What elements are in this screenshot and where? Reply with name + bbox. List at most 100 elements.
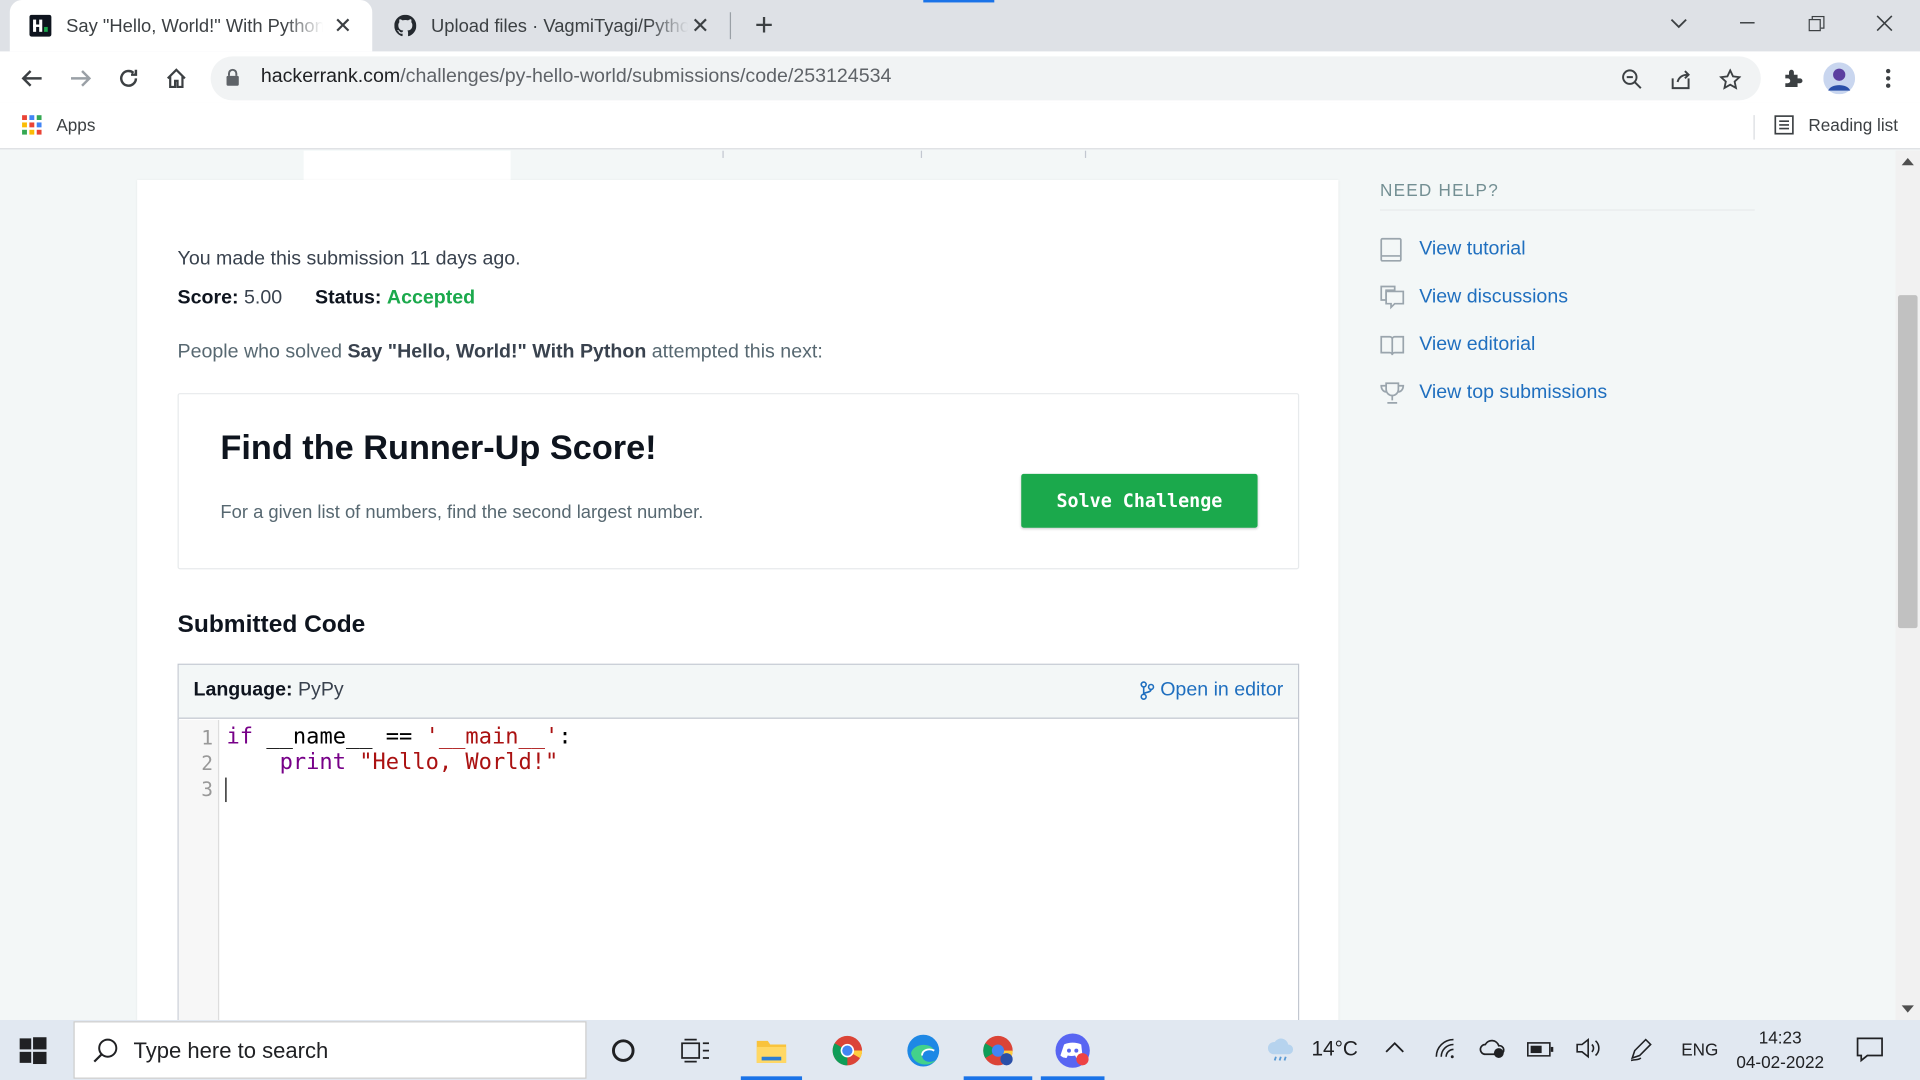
view-tutorial-link[interactable]: View tutorial xyxy=(1380,225,1755,273)
status-label: Status: xyxy=(315,287,382,309)
new-tab-button[interactable]: + xyxy=(747,7,781,41)
solved-challenge-name: Say "Hello, World!" With Python xyxy=(347,341,647,363)
restore-button[interactable] xyxy=(1782,0,1851,47)
notifications-icon[interactable] xyxy=(1856,1036,1883,1068)
view-discussions-link[interactable]: View discussions xyxy=(1380,273,1755,321)
discord-icon[interactable] xyxy=(1051,1030,1095,1072)
page-scrollbar[interactable] xyxy=(1895,150,1920,1021)
scrollbar-thumb[interactable] xyxy=(1897,295,1918,629)
trophy-icon xyxy=(1380,380,1419,404)
windows-start-icon[interactable] xyxy=(19,1037,47,1070)
code-editor[interactable]: 1 2 3 if __name__ == '__main__': print "… xyxy=(178,720,1298,1021)
next-challenge-intro: People who solved Say "Hello, World!" Wi… xyxy=(177,341,823,363)
home-icon[interactable] xyxy=(159,61,193,95)
score-status-line: Score: 5.00 Status: Accepted xyxy=(178,288,476,310)
show-hidden-icons-icon[interactable] xyxy=(1385,1037,1405,1058)
clock-time: 14:23 xyxy=(1758,1027,1802,1047)
system-clock[interactable]: 14:23 04-02-2022 xyxy=(1736,1025,1824,1074)
close-window-button[interactable] xyxy=(1850,0,1919,47)
extensions-icon[interactable] xyxy=(1776,61,1810,95)
view-top-submissions-link[interactable]: View top submissions xyxy=(1380,369,1755,417)
open-in-editor-link[interactable]: Open in editor xyxy=(1141,680,1283,702)
close-tab-icon[interactable]: ✕ xyxy=(331,13,355,37)
status-value: Accepted xyxy=(386,287,476,309)
tab-github[interactable]: Upload files · VagmiTyagi/Python ✕ xyxy=(375,0,730,51)
search-icon xyxy=(92,1037,119,1070)
score-label: Score: xyxy=(177,287,239,309)
chrome-profile-icon[interactable] xyxy=(976,1030,1020,1072)
address-bar[interactable]: hackerrank.com/challenges/py-hello-world… xyxy=(210,56,1761,101)
pen-icon[interactable] xyxy=(1629,1037,1653,1066)
back-icon[interactable] xyxy=(15,61,49,95)
chrome-icon[interactable] xyxy=(825,1030,869,1072)
weather-icon[interactable] xyxy=(1266,1035,1295,1067)
page-viewport: You made this submission 11 days ago. Sc… xyxy=(0,150,1896,1021)
file-explorer-icon[interactable] xyxy=(749,1030,793,1072)
scroll-down-icon[interactable] xyxy=(1901,1005,1914,1013)
editorial-icon xyxy=(1380,334,1419,356)
view-editorial-link[interactable]: View editorial xyxy=(1380,321,1755,369)
next-challenge-card: Find the Runner-Up Score! For a given li… xyxy=(177,393,1300,570)
help-sidebar: NEED HELP? View tutorial View discussion… xyxy=(1380,180,1755,416)
reading-list-label: Reading list xyxy=(1808,115,1898,135)
onedrive-icon[interactable] xyxy=(1479,1037,1506,1064)
volume-icon[interactable] xyxy=(1575,1037,1602,1064)
submission-tab-active[interactable] xyxy=(303,150,511,181)
tab-hackerrank[interactable]: Say "Hello, World!" With Python | Hacker… xyxy=(9,0,373,52)
tab-separator xyxy=(729,12,732,40)
line-gutter: 1 2 3 xyxy=(178,720,220,1021)
profile-avatar[interactable] xyxy=(1822,61,1856,95)
input-language[interactable]: ENG xyxy=(1681,1040,1718,1060)
tab-strip: Say "Hello, World!" With Python | Hacker… xyxy=(0,0,1920,52)
submission-card: You made this submission 11 days ago. Sc… xyxy=(137,180,1339,1021)
apps-label: Apps xyxy=(56,115,96,135)
cortana-icon[interactable] xyxy=(601,1030,645,1072)
taskbar-search[interactable]: Type here to search xyxy=(73,1021,587,1079)
hackerrank-icon xyxy=(29,14,52,37)
tab-loading-indicator xyxy=(923,0,995,3)
url-text[interactable]: hackerrank.com/challenges/py-hello-world… xyxy=(261,66,892,88)
next-challenge-title[interactable]: Find the Runner-Up Score! xyxy=(220,429,656,468)
text-cursor xyxy=(225,777,227,803)
clock-date: 04-02-2022 xyxy=(1736,1051,1825,1072)
apps-bookmark[interactable]: Apps xyxy=(22,115,95,135)
next-challenge-description: For a given list of numbers, find the se… xyxy=(220,502,704,523)
github-icon xyxy=(394,14,417,37)
code-header: Language: PyPy Open in editor xyxy=(178,664,1298,719)
forward-icon[interactable] xyxy=(64,61,98,95)
tab-title: Upload files · VagmiTyagi/Python xyxy=(431,15,689,37)
wifi-icon[interactable] xyxy=(1434,1037,1458,1064)
apps-grid-icon xyxy=(22,115,42,135)
submission-message: You made this submission 11 days ago. xyxy=(177,248,521,270)
scroll-up-icon[interactable] xyxy=(1901,157,1914,166)
battery-icon[interactable] xyxy=(1527,1041,1554,1062)
language-value: PyPy xyxy=(297,679,344,701)
line-number: 1 xyxy=(201,726,214,750)
task-view-icon[interactable] xyxy=(673,1030,717,1072)
code-viewer: Language: PyPy Open in editor 1 2 3 if _… xyxy=(177,663,1300,1021)
active-app-indicator xyxy=(963,1076,1033,1080)
tab-search-icon[interactable] xyxy=(1645,0,1714,47)
tab-divider xyxy=(920,150,923,158)
tutorial-icon xyxy=(1380,237,1419,262)
close-tab-icon[interactable]: ✕ xyxy=(688,13,712,37)
reading-list-icon xyxy=(1774,115,1794,135)
share-icon[interactable] xyxy=(1668,66,1695,93)
active-app-indicator xyxy=(1040,1076,1105,1080)
tab-title: Say "Hello, World!" With Python | Hacker… xyxy=(66,15,324,37)
discussions-icon xyxy=(1380,285,1419,309)
reload-icon[interactable] xyxy=(111,61,145,95)
minimize-button[interactable] xyxy=(1713,0,1782,47)
reading-list-button[interactable]: Reading list xyxy=(1774,115,1898,135)
menu-kebab-icon[interactable] xyxy=(1871,61,1905,95)
tab-divider xyxy=(1084,150,1087,158)
search-placeholder: Type here to search xyxy=(133,1038,329,1063)
solve-challenge-button[interactable]: Solve Challenge xyxy=(1021,473,1258,528)
temperature-text[interactable]: 14°C xyxy=(1311,1037,1358,1061)
zoom-icon[interactable] xyxy=(1619,66,1646,93)
bookmark-star-icon[interactable] xyxy=(1717,66,1744,93)
browser-toolbar: hackerrank.com/challenges/py-hello-world… xyxy=(0,51,1920,103)
bookmarks-bar: Apps Reading list xyxy=(0,102,1920,150)
edge-icon[interactable] xyxy=(901,1030,945,1072)
lock-icon[interactable] xyxy=(225,68,240,93)
